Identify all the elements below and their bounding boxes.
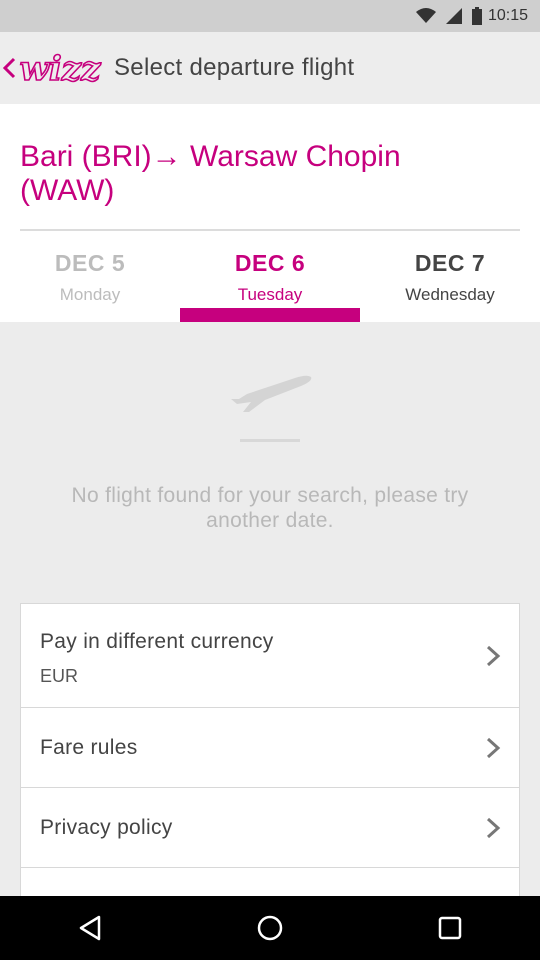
route-card: Bari (BRI)→ Warsaw Chopin (WAW) DEC 5 Mo… bbox=[0, 104, 540, 322]
tab-day: Wednesday bbox=[405, 285, 495, 304]
tab-dec-7[interactable]: DEC 7 Wednesday bbox=[360, 244, 540, 322]
tab-dec-6[interactable]: DEC 6 Tuesday bbox=[180, 244, 360, 322]
fare-rules-option[interactable]: Fare rules bbox=[21, 708, 519, 788]
currency-option-text: Pay in different currency EUR bbox=[40, 630, 274, 687]
tab-date: DEC 5 bbox=[54, 250, 126, 276]
wizz-logo-text: wizz bbox=[20, 49, 101, 88]
tab-day: Monday bbox=[59, 285, 121, 304]
currency-option[interactable]: Pay in different currency EUR bbox=[21, 604, 519, 708]
chevron-right-icon bbox=[486, 817, 501, 838]
battery-icon bbox=[471, 7, 482, 25]
page-title: Select departure flight bbox=[114, 54, 355, 81]
currency-option-title: Pay in different currency bbox=[40, 630, 274, 653]
status-icons bbox=[415, 7, 482, 25]
status-bar: 10:15 bbox=[0, 0, 540, 32]
date-tabs: DEC 5 Monday DEC 6 Tuesday DEC 7 Wednesd… bbox=[0, 244, 540, 322]
divider bbox=[20, 229, 520, 231]
active-tab-indicator bbox=[180, 308, 360, 322]
back-arrow-icon bbox=[2, 57, 16, 79]
chevron-right-icon bbox=[486, 737, 501, 758]
tab-date: DEC 6 bbox=[234, 250, 306, 276]
nav-back-icon bbox=[79, 915, 101, 941]
signal-icon bbox=[445, 8, 462, 24]
wizz-logo: wizz bbox=[18, 47, 104, 89]
airplane-ground-line bbox=[240, 439, 300, 442]
nav-recents-button[interactable] bbox=[420, 898, 480, 958]
privacy-policy-option[interactable]: Privacy policy bbox=[21, 788, 519, 868]
nav-back-button[interactable] bbox=[60, 898, 120, 958]
fare-rules-option-text: Fare rules bbox=[40, 736, 138, 760]
toolbar: wizz Select departure flight bbox=[0, 32, 540, 104]
nav-home-button[interactable] bbox=[240, 898, 300, 958]
tab-dec-5[interactable]: DEC 5 Monday bbox=[0, 244, 180, 322]
empty-message: No flight found for your search, please … bbox=[71, 484, 469, 532]
status-time: 10:15 bbox=[487, 7, 528, 24]
empty-state: No flight found for your search, please … bbox=[0, 322, 540, 572]
tab-date: DEC 7 bbox=[414, 250, 486, 276]
fare-rules-option-title: Fare rules bbox=[40, 736, 138, 759]
airplane-icon bbox=[231, 375, 312, 412]
wifi-icon bbox=[415, 8, 436, 23]
tab-day: Tuesday bbox=[237, 285, 303, 304]
privacy-policy-option-title: Privacy policy bbox=[40, 816, 173, 839]
nav-home-icon bbox=[257, 915, 283, 941]
back-button[interactable] bbox=[0, 32, 18, 104]
privacy-policy-option-text: Privacy policy bbox=[40, 816, 173, 840]
nav-recents-icon bbox=[438, 916, 462, 940]
currency-option-value: EUR bbox=[40, 666, 79, 686]
chevron-right-icon bbox=[486, 645, 501, 666]
route-text: Bari (BRI)→ Warsaw Chopin (WAW) bbox=[20, 140, 401, 207]
system-nav-bar bbox=[0, 896, 540, 960]
options-card: Pay in different currency EUR Fare rules… bbox=[20, 603, 520, 903]
